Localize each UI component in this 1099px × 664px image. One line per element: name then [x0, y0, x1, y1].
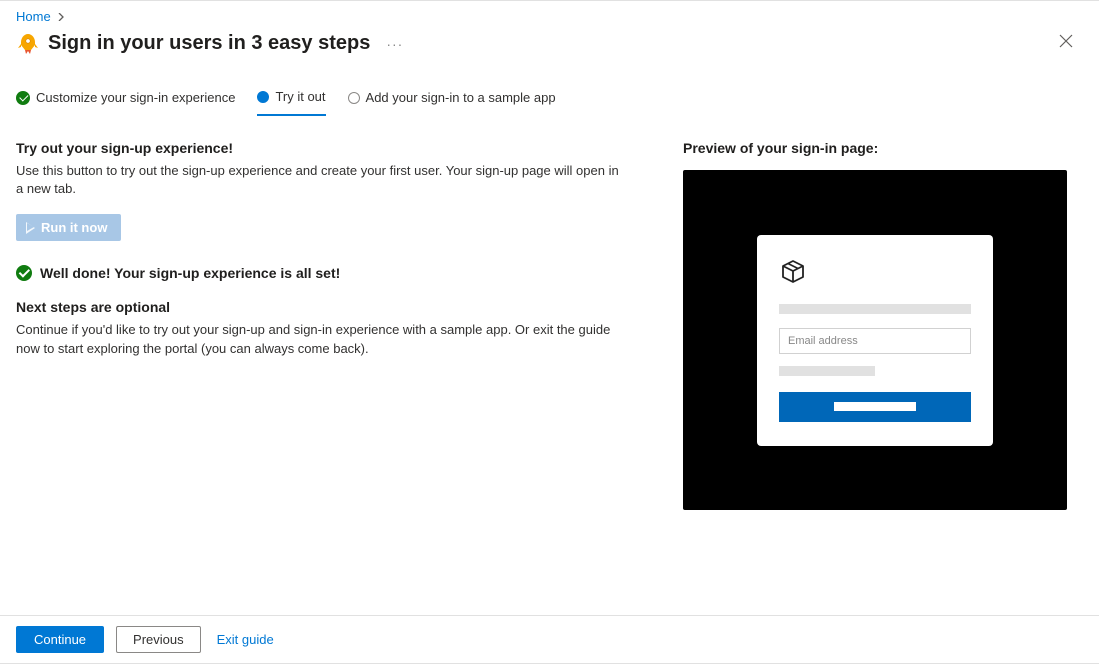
- run-button-label: Run it now: [41, 220, 107, 235]
- step-customize[interactable]: Customize your sign-in experience: [16, 90, 235, 115]
- body-text: Use this button to try out the sign-up e…: [16, 162, 626, 198]
- step-label: Add your sign-in to a sample app: [366, 90, 556, 105]
- step-sample-app[interactable]: Add your sign-in to a sample app: [348, 90, 556, 115]
- rocket-icon: [16, 32, 40, 56]
- well-done-text: Well done! Your sign-up experience is al…: [40, 265, 340, 281]
- next-steps-text: Continue if you'd like to try out your s…: [16, 321, 626, 357]
- breadcrumb-home[interactable]: Home: [16, 9, 51, 24]
- preview-signin-card: Email address: [757, 235, 993, 446]
- step-label: Try it out: [275, 89, 325, 104]
- title-row: Sign in your users in 3 easy steps ···: [0, 24, 1099, 61]
- section-heading: Try out your sign-up experience!: [16, 140, 643, 156]
- preview-submit-button: [779, 392, 971, 422]
- chevron-right-icon: [57, 12, 65, 24]
- run-it-now-button[interactable]: Run it now: [16, 214, 121, 241]
- check-circle-icon: [16, 265, 32, 281]
- play-icon: [26, 222, 35, 234]
- preview-heading: Preview of your sign-in page:: [683, 140, 1083, 156]
- wizard-footer: Continue Previous Exit guide: [0, 615, 1099, 663]
- dot-empty-icon: [348, 92, 360, 104]
- skeleton-line: [779, 366, 875, 376]
- well-done-message: Well done! Your sign-up experience is al…: [16, 265, 643, 281]
- exit-guide-link[interactable]: Exit guide: [217, 632, 274, 647]
- wizard-steps: Customize your sign-in experience Try it…: [0, 61, 1099, 116]
- page-title: Sign in your users in 3 easy steps: [48, 32, 370, 55]
- close-button[interactable]: [1053, 28, 1079, 59]
- breadcrumb: Home: [0, 1, 1099, 24]
- check-circle-icon: [16, 91, 30, 105]
- previous-button[interactable]: Previous: [116, 626, 201, 653]
- main-content: Try out your sign-up experience! Use thi…: [16, 140, 643, 510]
- preview-email-input: Email address: [779, 328, 971, 354]
- step-try-it-out[interactable]: Try it out: [257, 89, 325, 116]
- skeleton-line: [779, 304, 971, 314]
- preview-frame: Email address: [683, 170, 1067, 510]
- skeleton-line: [834, 402, 916, 411]
- package-icon: [779, 257, 971, 288]
- more-actions-button[interactable]: ···: [386, 36, 403, 52]
- continue-button[interactable]: Continue: [16, 626, 104, 653]
- dot-filled-icon: [257, 91, 269, 103]
- preview-pane: Preview of your sign-in page: Email addr…: [683, 140, 1083, 510]
- next-steps-heading: Next steps are optional: [16, 299, 643, 315]
- step-label: Customize your sign-in experience: [36, 90, 235, 105]
